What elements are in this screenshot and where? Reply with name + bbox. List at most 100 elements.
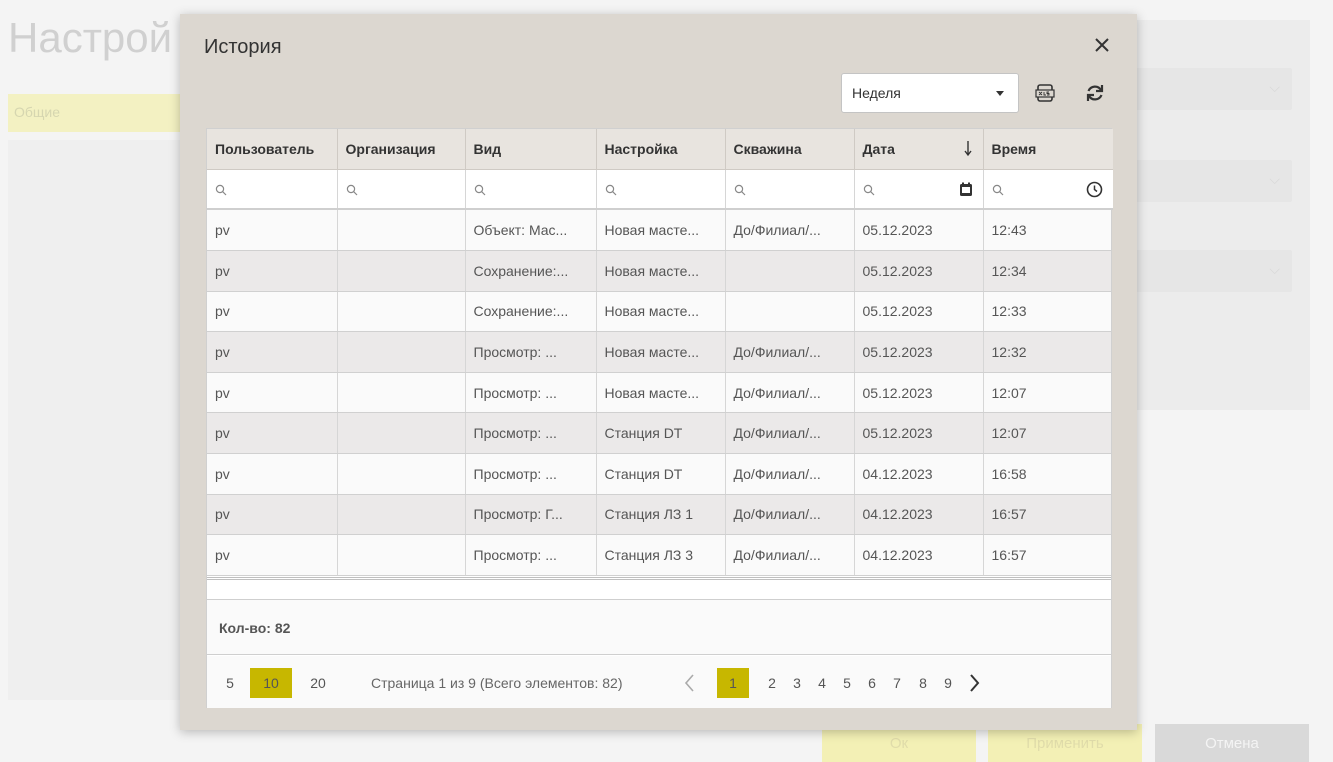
cell-setting: Новая масте...: [596, 291, 726, 333]
page-3[interactable]: 3: [784, 668, 810, 698]
calendar-icon[interactable]: [959, 182, 973, 197]
filter-well[interactable]: [725, 169, 855, 210]
cell-time: 16:58: [983, 453, 1111, 495]
sort-desc-icon: [963, 141, 972, 157]
column-header-well[interactable]: Скважина: [725, 129, 855, 170]
cell-type: Просмотр: ...: [465, 534, 597, 576]
page-1[interactable]: 1: [717, 668, 749, 698]
cell-type: Просмотр: Г...: [465, 494, 597, 536]
table-row[interactable]: pv Сохранение:... Новая масте... 05.12.2023…: [207, 250, 1111, 292]
column-header-user[interactable]: Пользователь: [207, 129, 338, 170]
page-8[interactable]: 8: [910, 668, 936, 698]
page-7[interactable]: 7: [884, 668, 910, 698]
cell-time: 12:43: [983, 210, 1111, 252]
cell-date: 04.12.2023: [854, 534, 984, 576]
cell-organization: [337, 210, 466, 252]
search-icon: [605, 184, 616, 196]
cell-user: pv: [207, 372, 338, 414]
filter-type[interactable]: [465, 169, 597, 210]
page-size-5[interactable]: 5: [217, 668, 243, 698]
pager: 5 10 20 Страница 1 из 9 (Всего элементов…: [207, 656, 1111, 708]
table-row[interactable]: pv Просмотр: ... Станция DT До/Филиал/... 05…: [207, 412, 1111, 455]
cell-date: 04.12.2023: [854, 453, 984, 495]
cell-well: До/Филиал/...: [725, 210, 855, 252]
search-icon: [346, 184, 357, 196]
filter-organization[interactable]: [337, 169, 466, 210]
page-6[interactable]: 6: [859, 668, 885, 698]
page-2[interactable]: 2: [759, 668, 785, 698]
page-size-20[interactable]: 20: [305, 668, 331, 698]
cell-type: Просмотр: ...: [465, 453, 597, 495]
cell-time: 16:57: [983, 494, 1111, 536]
cell-date: 05.12.2023: [854, 291, 984, 333]
header-row: Пользователь Организация Вид Настройка С…: [207, 129, 1113, 170]
cell-user: pv: [207, 250, 338, 292]
cell-type: Просмотр: ...: [465, 331, 597, 373]
cell-type: Просмотр: ...: [465, 412, 597, 455]
chevron-right-icon[interactable]: [969, 673, 981, 693]
cancel-button: Отмена: [1155, 724, 1309, 762]
period-select[interactable]: Неделя: [841, 73, 1019, 113]
filter-time[interactable]: [983, 169, 1113, 210]
filter-date[interactable]: [854, 169, 984, 210]
table-row[interactable]: pv Просмотр: ... Станция ЛЗ 3 До/Филиал/...…: [207, 534, 1111, 576]
column-header-date-label: Дата: [862, 140, 895, 157]
cell-date: 05.12.2023: [854, 250, 984, 292]
chevron-left-icon[interactable]: [683, 673, 695, 693]
cell-organization: [337, 291, 466, 333]
table-row[interactable]: pv Сохранение:... Новая масте... 05.12.2023…: [207, 291, 1111, 333]
column-header-time[interactable]: Время: [983, 129, 1113, 170]
left-panel: [8, 140, 188, 700]
table-row[interactable]: pv Просмотр: ... Новая масте... До/Филиал/.…: [207, 331, 1111, 373]
column-header-type[interactable]: Вид: [465, 129, 597, 170]
cell-setting: Станция ЛЗ 1: [596, 494, 726, 536]
rows-viewport[interactable]: pv Объект: Мас... Новая масте... До/Филиал/…: [207, 210, 1111, 580]
cell-user: pv: [207, 291, 338, 333]
column-header-organization[interactable]: Организация: [337, 129, 466, 170]
export-xlsx-icon[interactable]: [1034, 82, 1056, 104]
page-9[interactable]: 9: [935, 668, 961, 698]
page-5[interactable]: 5: [834, 668, 860, 698]
cell-user: pv: [207, 494, 338, 536]
page-4[interactable]: 4: [809, 668, 835, 698]
chevron-down-icon: ⌵: [1269, 80, 1280, 96]
history-table-header: Пользователь Организация Вид Настройка С…: [207, 129, 1113, 210]
cell-time: 12:33: [983, 291, 1111, 333]
column-header-date[interactable]: Дата: [854, 129, 984, 170]
table-row[interactable]: pv Просмотр: ... Новая масте... До/Филиал/.…: [207, 372, 1111, 414]
refresh-icon[interactable]: [1084, 82, 1106, 104]
page-size-10[interactable]: 10: [250, 668, 292, 698]
cell-user: pv: [207, 453, 338, 495]
clock-icon[interactable]: [1086, 181, 1103, 198]
dialog-title: История: [204, 36, 282, 58]
cell-setting: Новая масте...: [596, 372, 726, 414]
chevron-down-icon: ⌵: [1269, 262, 1280, 278]
search-icon: [734, 184, 745, 196]
caret-down-icon: [996, 91, 1004, 96]
cell-type: Просмотр: ...: [465, 372, 597, 414]
cell-organization: [337, 250, 466, 292]
cell-time: 12:32: [983, 331, 1111, 373]
cell-type: Сохранение:...: [465, 291, 597, 333]
cell-well: [725, 250, 855, 292]
cell-setting: Новая масте...: [596, 210, 726, 252]
table-row[interactable]: pv Просмотр: Г... Станция ЛЗ 1 До/Филиал/..…: [207, 494, 1111, 536]
table-row[interactable]: pv Просмотр: ... Станция DT До/Филиал/... 04…: [207, 453, 1111, 495]
cell-type: Объект: Мас...: [465, 210, 597, 252]
cell-time: 12:07: [983, 412, 1111, 455]
close-icon[interactable]: [1091, 34, 1113, 56]
cell-organization: [337, 412, 466, 455]
total-count: Кол-во: 82: [207, 599, 1111, 655]
filter-setting[interactable]: [596, 169, 726, 210]
cell-organization: [337, 453, 466, 495]
cell-setting: Новая масте...: [596, 331, 726, 373]
cell-well: До/Филиал/...: [725, 372, 855, 414]
cell-setting: Станция ЛЗ 3: [596, 534, 726, 576]
cell-setting: Станция DT: [596, 453, 726, 495]
settings-select-2: ⌵: [1130, 160, 1292, 202]
table-row[interactable]: pv Объект: Мас... Новая масте... До/Филиал/…: [207, 210, 1111, 252]
column-header-setting[interactable]: Настройка: [596, 129, 726, 170]
filter-user[interactable]: [207, 169, 338, 210]
chevron-down-icon: ⌵: [1269, 172, 1280, 188]
page-info: Страница 1 из 9 (Всего элементов: 82): [371, 675, 623, 691]
